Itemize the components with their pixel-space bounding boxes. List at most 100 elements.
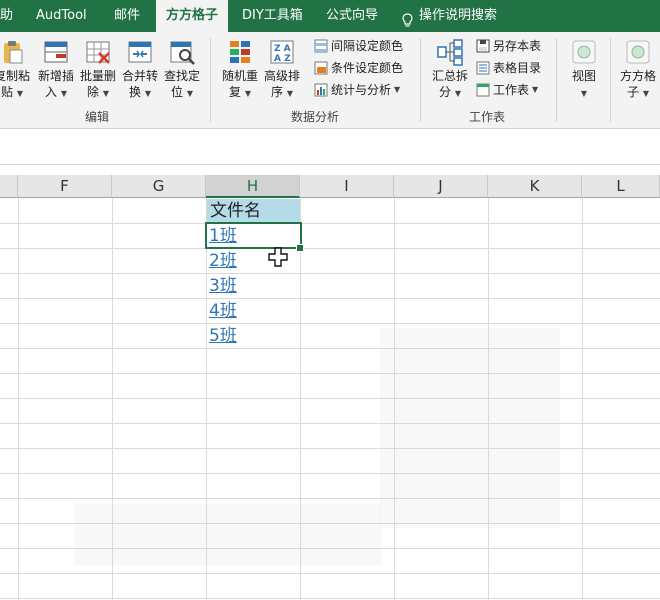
- column-header-l[interactable]: L: [582, 175, 660, 198]
- ffgz-label-1: 方方格: [619, 69, 656, 83]
- batch-delete-label-1: 批量删: [79, 69, 116, 83]
- interval-color-button[interactable]: 间隔设定颜色: [314, 36, 403, 56]
- view-label: 视图: [571, 69, 596, 83]
- group-separator: [210, 38, 211, 122]
- condition-color-button[interactable]: 条件设定颜色: [314, 58, 403, 78]
- color-blocks-icon: [226, 38, 254, 66]
- ffgz-button[interactable]: 方方格 子 ▼: [616, 38, 660, 102]
- summary-split-button[interactable]: 汇总拆 分 ▼: [428, 38, 472, 102]
- insert-rows-icon: [42, 38, 70, 66]
- group-separator: [420, 38, 421, 122]
- view-button[interactable]: 视图 ▼: [562, 38, 606, 102]
- merge-convert-label-2: 换: [129, 85, 142, 99]
- save-as-sheet-label: 另存本表: [493, 39, 542, 53]
- worksheet-menu-button[interactable]: 工作表 ▼: [476, 80, 538, 100]
- save-as-sheet-button[interactable]: 另存本表: [476, 36, 541, 56]
- worksheet-icon: [476, 83, 490, 97]
- tab-audtool[interactable]: AudTool: [36, 0, 102, 32]
- gridline: [0, 223, 660, 224]
- tab-ffgz[interactable]: 方方格子: [156, 0, 228, 32]
- cell-link-5[interactable]: 5班: [206, 324, 300, 348]
- column-header-h[interactable]: H: [206, 175, 300, 198]
- chevron-down-icon: ▼: [454, 89, 461, 98]
- group-label-edit: 编辑: [84, 110, 109, 124]
- column-header-f[interactable]: F: [18, 175, 112, 198]
- cross-cursor-icon: [268, 247, 288, 267]
- column-header-g[interactable]: G: [112, 175, 206, 198]
- find-locate-button[interactable]: 查找定 位 ▼: [162, 38, 202, 102]
- stats-analysis-label: 统计与分析: [331, 83, 392, 97]
- delete-grid-icon: [84, 38, 112, 66]
- group-separator: [610, 38, 611, 122]
- batch-delete-button[interactable]: 批量删 除 ▼: [78, 38, 118, 102]
- worksheet-menu-label: 工作表: [493, 83, 530, 97]
- gridline: [488, 198, 489, 600]
- gridline: [0, 423, 660, 424]
- condition-color-label: 条件设定颜色: [331, 61, 404, 75]
- summary-split-icon: [436, 38, 464, 66]
- table-directory-button[interactable]: 表格目录: [476, 58, 541, 78]
- stats-chart-icon: [314, 83, 328, 97]
- gridline: [0, 573, 660, 574]
- group-label-data-analysis: 数据分析: [290, 110, 339, 124]
- chevron-down-icon: ▼: [186, 89, 193, 98]
- gridline: [0, 548, 660, 549]
- tell-me-search[interactable]: 操作说明搜索: [402, 0, 522, 32]
- advanced-sort-button[interactable]: Z AA Z 高级排 序 ▼: [262, 38, 302, 102]
- group-separator: [556, 38, 557, 122]
- column-header-k[interactable]: K: [488, 175, 582, 198]
- svg-text:A Z: A Z: [274, 54, 291, 64]
- summary-split-label-1: 汇总拆: [431, 69, 468, 83]
- copy-paste-label-2: 贴: [1, 85, 14, 99]
- find-icon: [168, 38, 196, 66]
- cell-h-header[interactable]: 文件名: [207, 199, 300, 223]
- fill-handle[interactable]: [296, 244, 304, 252]
- gridline: [0, 248, 660, 249]
- interval-color-label: 间隔设定颜色: [331, 39, 404, 53]
- insert-label-1: 新增插: [37, 69, 74, 83]
- background-overlay: [74, 503, 382, 565]
- chevron-down-icon: ▼: [286, 89, 293, 98]
- gridline: [0, 323, 660, 324]
- ffgz-icon: [624, 38, 652, 66]
- gridline: [112, 198, 113, 600]
- active-cell-selection[interactable]: [205, 222, 302, 249]
- directory-icon: [476, 61, 490, 75]
- tab-diy-toolbox[interactable]: DIY工具箱: [242, 0, 314, 32]
- chevron-down-icon: ▼: [244, 89, 251, 98]
- merge-convert-label-1: 合并转: [121, 69, 158, 83]
- copy-paste-label-1: 复制粘: [0, 69, 30, 83]
- random-repeat-label-1: 随机重: [221, 69, 258, 83]
- gridline: [0, 398, 660, 399]
- tab-mail[interactable]: 邮件: [114, 0, 150, 32]
- gridline: [0, 523, 660, 524]
- advanced-sort-label-1: 高级排: [263, 69, 300, 83]
- merge-convert-button[interactable]: 合并转 换 ▼: [120, 38, 160, 102]
- copy-paste-button[interactable]: 复制粘 贴 ▼: [0, 38, 32, 102]
- tab-help[interactable]: 助: [0, 0, 24, 32]
- svg-text:Z A: Z A: [274, 44, 291, 54]
- save-disk-icon: [476, 39, 490, 53]
- chevron-down-icon: ▼: [16, 89, 23, 98]
- sort-az-icon: Z AA Z: [268, 38, 296, 66]
- spreadsheet-grid[interactable]: 文件名 1班 2班 3班 4班 5班: [0, 198, 660, 600]
- random-repeat-button[interactable]: 随机重 复 ▼: [218, 38, 262, 102]
- stats-analysis-button[interactable]: 统计与分析 ▼: [314, 80, 400, 100]
- divider: [0, 165, 660, 175]
- insert-button[interactable]: 新增插 入 ▼: [36, 38, 76, 102]
- tab-formula-wizard[interactable]: 公式向导: [326, 0, 386, 32]
- column-header-i[interactable]: I: [300, 175, 394, 198]
- cell-link-3[interactable]: 3班: [206, 274, 300, 298]
- table-directory-label: 表格目录: [493, 61, 542, 75]
- gridline: [0, 448, 660, 449]
- column-header-j[interactable]: J: [394, 175, 488, 198]
- gridline: [0, 273, 660, 274]
- find-locate-label-2: 位: [171, 85, 184, 99]
- gridline: [0, 348, 660, 349]
- chevron-down-icon: ▼: [394, 85, 401, 94]
- column-header-partial[interactable]: [0, 175, 18, 198]
- ribbon-tab-bar: 助 AudTool 邮件 方方格子 DIY工具箱 公式向导 操作说明搜索: [0, 0, 660, 32]
- lightbulb-icon: [402, 9, 413, 27]
- gridline: [18, 198, 19, 600]
- cell-link-4[interactable]: 4班: [206, 299, 300, 323]
